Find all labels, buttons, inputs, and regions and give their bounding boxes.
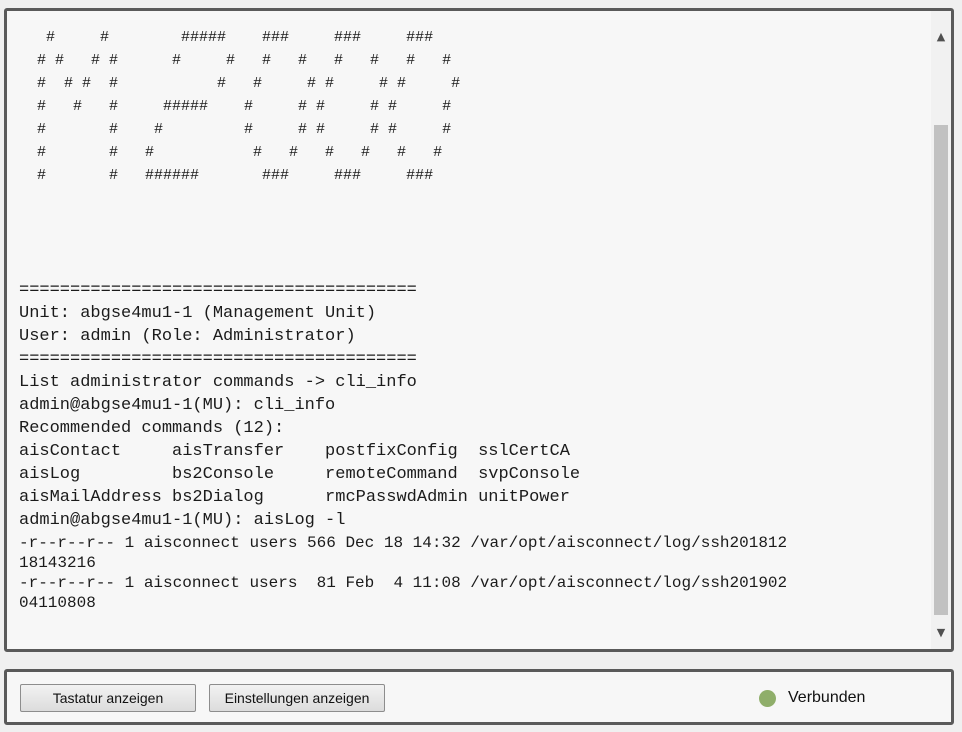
status-label: Verbunden	[788, 689, 866, 706]
listing-line: -r--r--r-- 1 aisconnect users 566 Dec 18…	[19, 534, 788, 552]
banner-line: # # # ##### # # # # # #	[19, 98, 452, 115]
blank-lines	[19, 187, 931, 279]
unit-info-line: Unit: abgse4mu1-1 (Management Unit)	[19, 304, 377, 323]
user-info-line: User: admin (Role: Administrator)	[19, 327, 356, 346]
chevron-up-icon[interactable]: ▲	[931, 27, 951, 47]
terminal-window[interactable]: # # ##### ### ### ### # # # # # # # # # …	[4, 8, 954, 652]
scrollbar-thumb[interactable]	[934, 125, 948, 615]
prompt-line: admin@abgse4mu1-1(MU): aisLog -l	[19, 511, 346, 530]
show-keyboard-button[interactable]: Tastatur anzeigen	[20, 684, 196, 712]
toolbar: Tastatur anzeigen Einstellungen anzeigen…	[4, 669, 954, 725]
banner-line: # # # # # # # # # # # #	[19, 52, 452, 69]
vertical-scrollbar[interactable]: ▲ ▼	[931, 11, 951, 649]
listing-line: -r--r--r-- 1 aisconnect users 81 Feb 4 1…	[19, 574, 788, 592]
ascii-banner: # # ##### ### ### ### # # # # # # # # # …	[19, 26, 931, 187]
chevron-down-icon[interactable]: ▼	[931, 623, 951, 643]
show-settings-button[interactable]: Einstellungen anzeigen	[209, 684, 385, 712]
output-line: Recommended commands (12):	[19, 419, 285, 438]
connection-status: Verbunden	[759, 687, 865, 709]
listing-line: 04110808	[19, 594, 96, 612]
command-list-row: aisContact aisTransfer postfixConfig ssl…	[19, 442, 570, 461]
status-indicator-icon	[759, 689, 776, 707]
file-listing: -r--r--r-- 1 aisconnect users 566 Dec 18…	[19, 533, 931, 613]
listing-line: 18143216	[19, 554, 96, 572]
hint-line: List administrator commands -> cli_info	[19, 373, 417, 392]
banner-line: # # # # # # # # #	[19, 121, 452, 138]
prompt-line: admin@abgse4mu1-1(MU): cli_info	[19, 396, 336, 415]
banner-line: # # # # # # # # # # #	[19, 75, 461, 92]
banner-line: # # # # # # # # #	[19, 144, 443, 161]
command-list-row: aisMailAddress bs2Dialog rmcPasswdAdmin …	[19, 488, 570, 507]
terminal-output[interactable]: # # ##### ### ### ### # # # # # # # # # …	[7, 11, 931, 649]
separator-line: =======================================	[19, 281, 417, 300]
banner-line: # # ###### ### ### ###	[19, 167, 434, 184]
separator-line: =======================================	[19, 350, 417, 369]
command-list-row: aisLog bs2Console remoteCommand svpConso…	[19, 465, 581, 484]
banner-line: # # ##### ### ### ###	[19, 29, 434, 46]
